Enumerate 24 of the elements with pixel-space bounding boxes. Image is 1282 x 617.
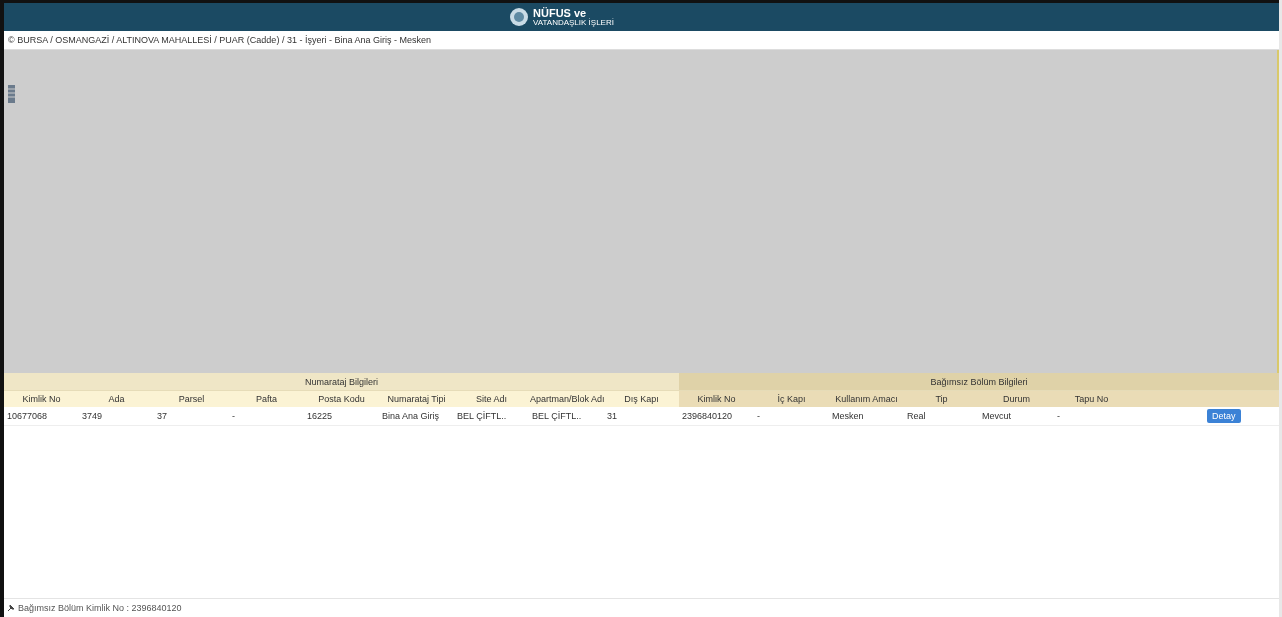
logo-title: NÜFUS ve bbox=[533, 7, 588, 19]
pin-icon bbox=[7, 604, 15, 612]
globe-icon bbox=[509, 7, 530, 27]
footer-text: Bağımsız Bölüm Kimlik No : 2396840120 bbox=[18, 603, 182, 613]
table-cell: BEL ÇİFTL.. bbox=[454, 407, 529, 426]
detail-button[interactable]: Detay bbox=[1207, 409, 1241, 423]
group-header: Numarataj Bilgileri bbox=[4, 373, 679, 391]
table-cell: - bbox=[754, 407, 829, 426]
table-cell: 2396840120 bbox=[679, 407, 754, 426]
table-cell: Mevcut bbox=[979, 407, 1054, 426]
table-cell: 31 bbox=[604, 407, 679, 426]
table-cell: BEL ÇİFTL.. bbox=[529, 407, 604, 426]
table-cell: Mesken bbox=[829, 407, 904, 426]
table-cell: 3749 bbox=[79, 407, 154, 426]
group-header: Bağımsız Bölüm Bilgileri bbox=[679, 373, 1279, 391]
table-cell: - bbox=[1054, 407, 1129, 426]
logo-subtitle: VATANDAŞLIK İŞLERİ bbox=[533, 18, 614, 27]
table-cell: - bbox=[229, 407, 304, 426]
table-cell: 16225 bbox=[304, 407, 379, 426]
table-cell: Bina Ana Giriş bbox=[379, 407, 454, 426]
table-cell: 10677068 bbox=[4, 407, 79, 426]
zoom-control-icon[interactable] bbox=[8, 85, 15, 103]
table-cell: Real bbox=[904, 407, 979, 426]
table-cell: 37 bbox=[154, 407, 229, 426]
